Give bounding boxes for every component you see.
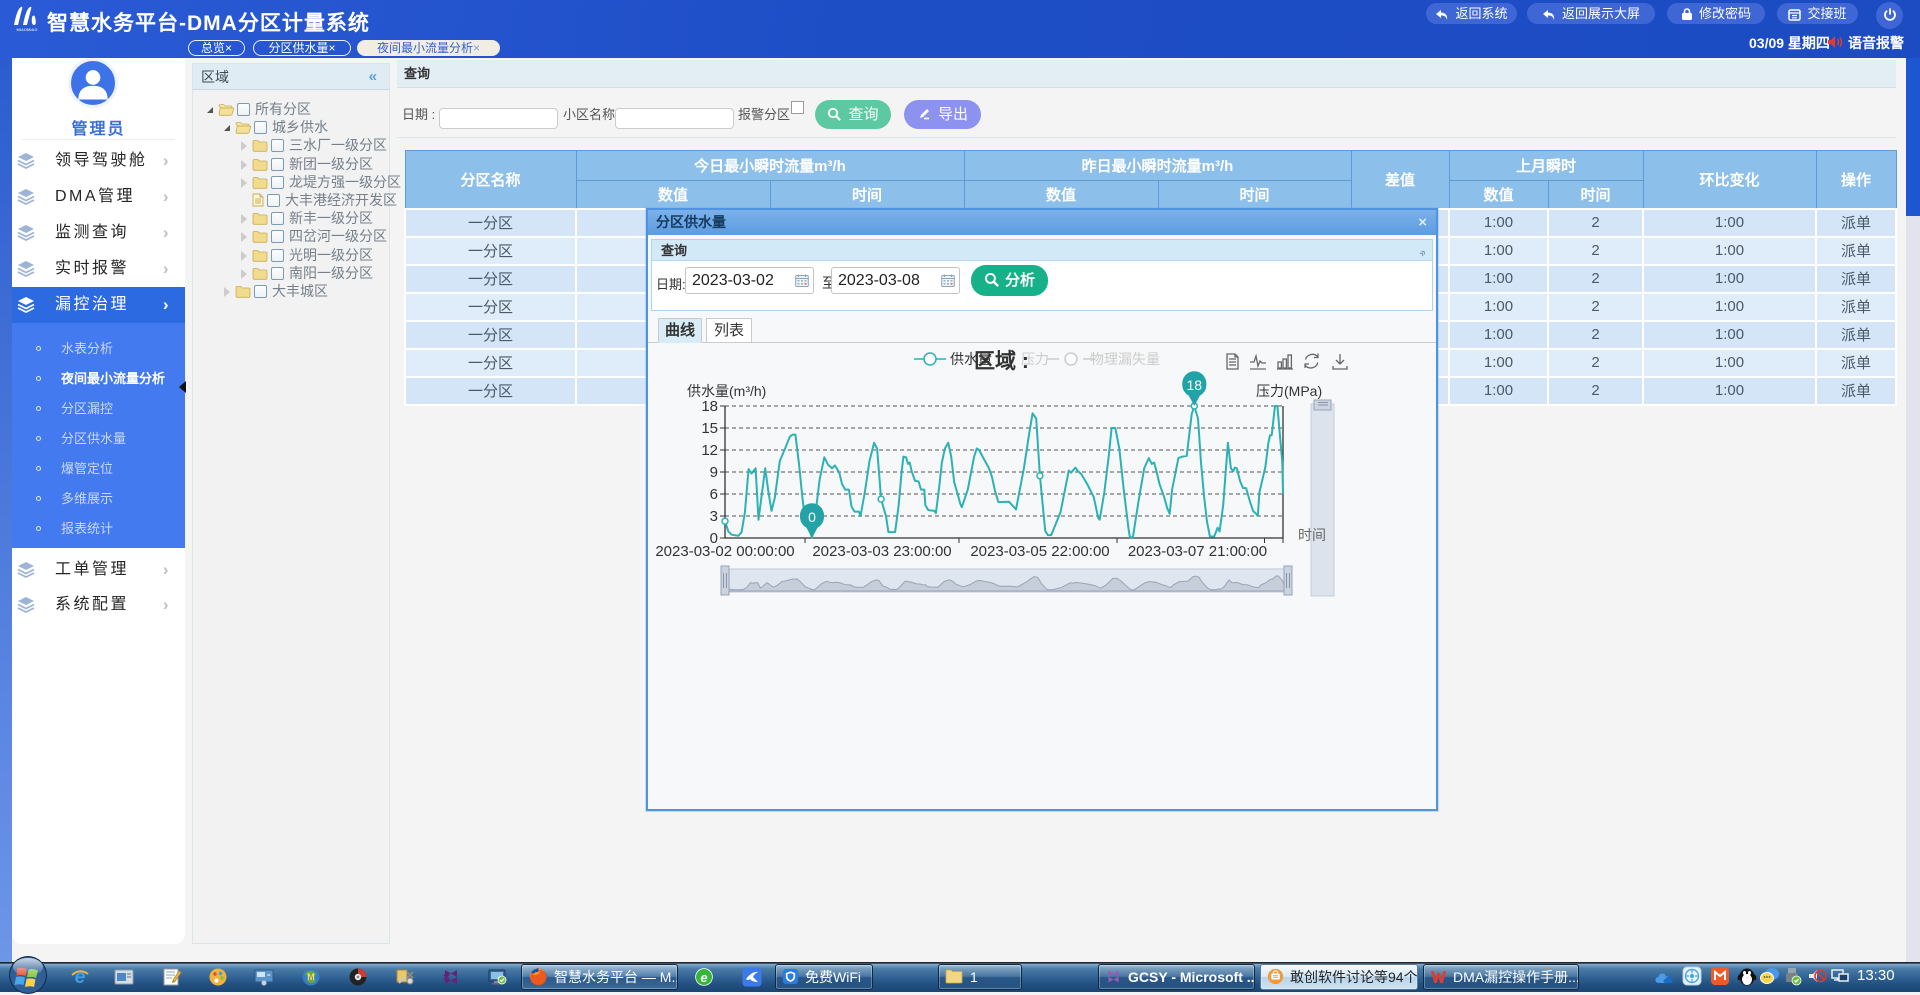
svg-text:9: 9 bbox=[710, 464, 718, 481]
svg-text:e: e bbox=[75, 967, 86, 987]
svg-text:物理漏失量: 物理漏失量 bbox=[1090, 351, 1160, 367]
svg-text:3: 3 bbox=[710, 508, 718, 525]
svg-text:2023-03-02 00:00:00: 2023-03-02 00:00:00 bbox=[655, 543, 794, 560]
svg-text:2023-03-03 23:00:00: 2023-03-03 23:00:00 bbox=[812, 543, 951, 560]
svg-text:供水量(m³/h): 供水量(m³/h) bbox=[687, 383, 766, 399]
svg-text:2023-03-05 22:00:00: 2023-03-05 22:00:00 bbox=[970, 543, 1109, 560]
svg-text:区域 :: 区域 : bbox=[974, 349, 1029, 373]
svg-text:=: = bbox=[267, 973, 271, 979]
svg-text:2023-03-07 21:00:00: 2023-03-07 21:00:00 bbox=[1128, 543, 1267, 560]
svg-text:时间: 时间 bbox=[1298, 527, 1326, 543]
svg-text:压力(MPa): 压力(MPa) bbox=[1256, 383, 1322, 399]
svg-text:M: M bbox=[307, 972, 315, 982]
svg-text:e: e bbox=[700, 970, 707, 985]
svg-text:6: 6 bbox=[710, 486, 718, 503]
svg-text:18: 18 bbox=[1187, 377, 1203, 393]
svg-text:0: 0 bbox=[808, 509, 816, 525]
svg-text:15: 15 bbox=[701, 420, 718, 437]
svg-text:12: 12 bbox=[701, 442, 718, 459]
svg-text:18: 18 bbox=[701, 398, 718, 415]
